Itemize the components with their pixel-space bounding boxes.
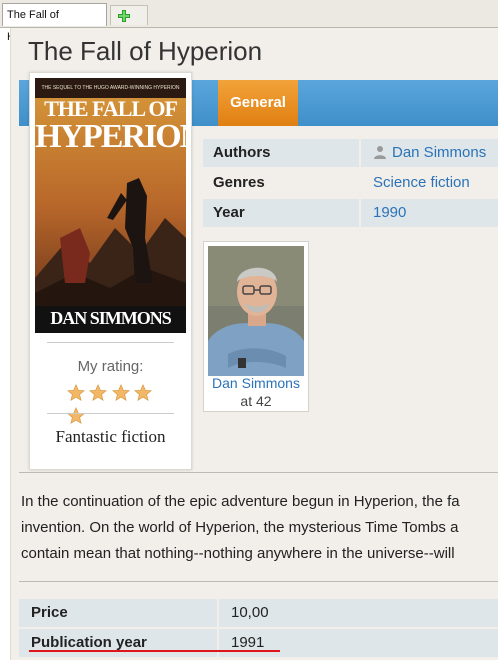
star-icon[interactable] — [67, 384, 85, 402]
rating-stars[interactable] — [67, 384, 157, 424]
author-card-age: at 42 — [240, 393, 272, 409]
divider — [47, 342, 174, 343]
authors-value[interactable]: Dan Simmons — [361, 139, 498, 167]
detail-row-price: Price 10,00 — [19, 598, 498, 628]
description-line: contain mean that nothing--nothing anywh… — [21, 545, 455, 562]
author-link[interactable]: Dan Simmons — [392, 144, 486, 161]
add-tab-button[interactable] — [110, 5, 148, 25]
info-row-genres: Genres Science fiction — [203, 168, 498, 198]
person-icon — [374, 146, 386, 159]
info-table: Authors Dan Simmons Genres Science ficti… — [203, 138, 498, 228]
authors-label: Authors — [203, 139, 359, 167]
star-icon[interactable] — [134, 384, 153, 402]
info-row-authors: Authors Dan Simmons — [203, 138, 498, 168]
star-icon[interactable] — [111, 384, 130, 402]
book-page: The Fall of Hyperion General THE SEQUEL … — [10, 28, 498, 660]
cover-card: THE SEQUEL TO THE HUGO AWARD-WINNING HYP… — [29, 72, 192, 470]
section-divider — [19, 581, 498, 582]
author-card-name[interactable]: Dan Simmons — [204, 375, 308, 391]
author-photo[interactable] — [208, 246, 304, 376]
star-icon[interactable] — [89, 384, 108, 402]
rating-label: My rating: — [77, 358, 144, 375]
genres-label: Genres — [213, 174, 265, 191]
price-label: Price — [19, 599, 217, 627]
publication-year-value: 1991 — [219, 629, 498, 657]
plus-icon — [118, 10, 130, 22]
detail-table: Price 10,00 Publication year 1991 — [19, 598, 498, 658]
highlight-underline — [29, 650, 280, 652]
description-line: In the continuation of the epic adventur… — [21, 493, 460, 510]
star-icon[interactable] — [67, 407, 85, 425]
divider — [47, 413, 174, 414]
book-description: In the continuation of the epic adventur… — [21, 489, 498, 569]
author-card[interactable]: Dan Simmons at 42 — [203, 241, 309, 412]
year-label: Year — [203, 199, 359, 227]
info-row-year: Year 1990 — [203, 198, 498, 228]
year-link[interactable]: 1990 — [361, 199, 498, 227]
detail-row-publication-year: Publication year 1991 — [19, 628, 498, 658]
genre-link[interactable]: Science fiction — [361, 169, 498, 197]
tab-book[interactable]: The Fall of Hyperion — [2, 3, 107, 43]
section-divider — [19, 472, 498, 473]
publication-year-label: Publication year — [19, 629, 217, 657]
book-cover[interactable]: THE SEQUEL TO THE HUGO AWARD-WINNING HYP… — [35, 78, 186, 333]
cover-tagline: THE SEQUEL TO THE HUGO AWARD-WINNING HYP… — [41, 85, 180, 91]
price-value: 10,00 — [219, 599, 498, 627]
cover-author: DAN SIMMONS — [50, 308, 172, 328]
rating-verdict: Fantastic fiction — [55, 427, 166, 446]
cover-title-line2: HYPERION — [35, 118, 186, 155]
tab-general[interactable]: General — [218, 80, 298, 126]
description-line: invention. On the world of Hyperion, the… — [21, 519, 459, 536]
page-title: The Fall of Hyperion — [28, 36, 263, 66]
tab-bar: The Fall of Hyperion — [0, 0, 498, 43]
